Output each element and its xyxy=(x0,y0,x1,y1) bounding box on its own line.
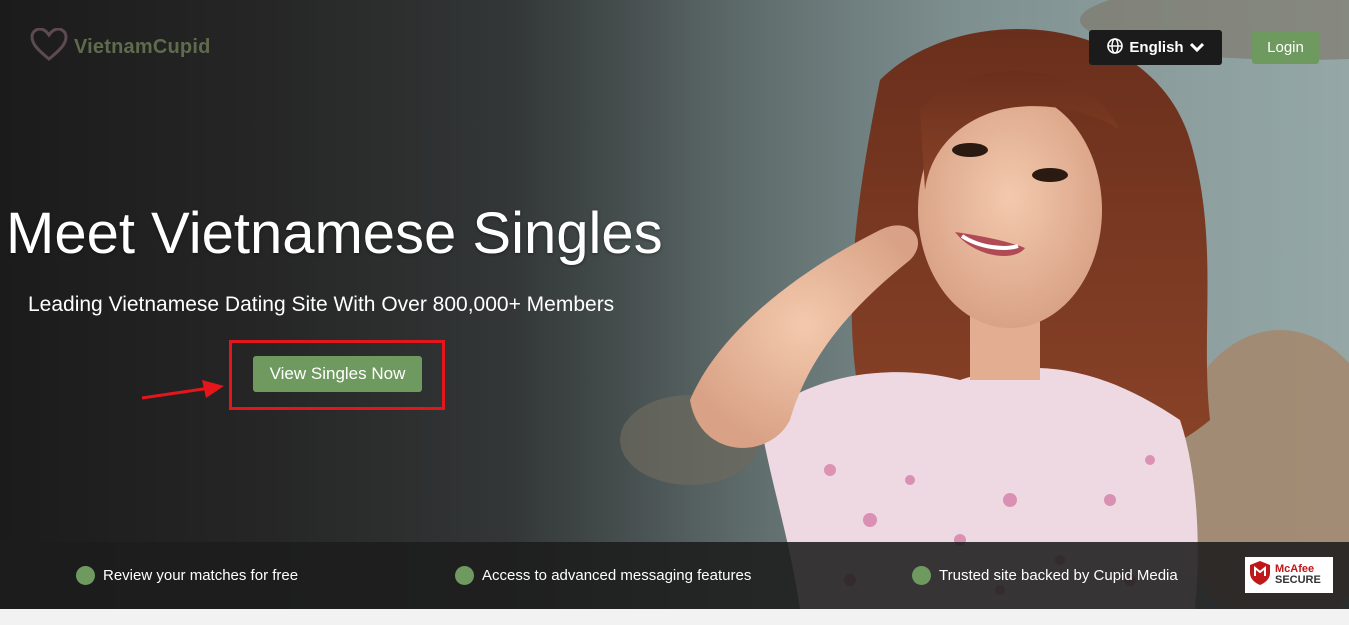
hero-section: VietnamCupid English Login Meet Vietname… xyxy=(0,0,1349,609)
mcafee-shield-icon xyxy=(1249,560,1271,591)
site-logo[interactable]: VietnamCupid xyxy=(30,27,211,67)
bullet-icon xyxy=(76,566,95,585)
globe-icon xyxy=(1107,37,1124,58)
language-selector[interactable]: English xyxy=(1089,30,1222,65)
mcafee-text: McAfee SECURE xyxy=(1275,564,1321,586)
feature-item: Trusted site backed by Cupid Media xyxy=(912,566,1178,585)
mcafee-label: SECURE xyxy=(1275,574,1321,586)
feature-label: Trusted site backed by Cupid Media xyxy=(939,567,1178,584)
features-bar: Review your matches for free Access to a… xyxy=(0,542,1349,609)
language-label: English xyxy=(1129,39,1184,56)
pointer-arrow-icon xyxy=(141,380,224,400)
bullet-icon xyxy=(455,566,474,585)
heart-icon xyxy=(30,27,68,67)
bullet-icon xyxy=(912,566,931,585)
view-singles-button[interactable]: View Singles Now xyxy=(253,356,422,392)
page-title: Meet Vietnamese Singles xyxy=(6,201,663,266)
feature-label: Access to advanced messaging features xyxy=(482,567,752,584)
login-button[interactable]: Login xyxy=(1252,31,1319,64)
feature-item: Access to advanced messaging features xyxy=(455,566,751,585)
mcafee-secure-badge[interactable]: McAfee SECURE xyxy=(1245,557,1333,593)
chevron-down-icon xyxy=(1189,39,1204,56)
page-subtitle: Leading Vietnamese Dating Site With Over… xyxy=(28,293,615,316)
brand-name: VietnamCupid xyxy=(74,36,211,58)
feature-label: Review your matches for free xyxy=(103,567,299,584)
feature-item: Review your matches for free xyxy=(76,566,298,585)
